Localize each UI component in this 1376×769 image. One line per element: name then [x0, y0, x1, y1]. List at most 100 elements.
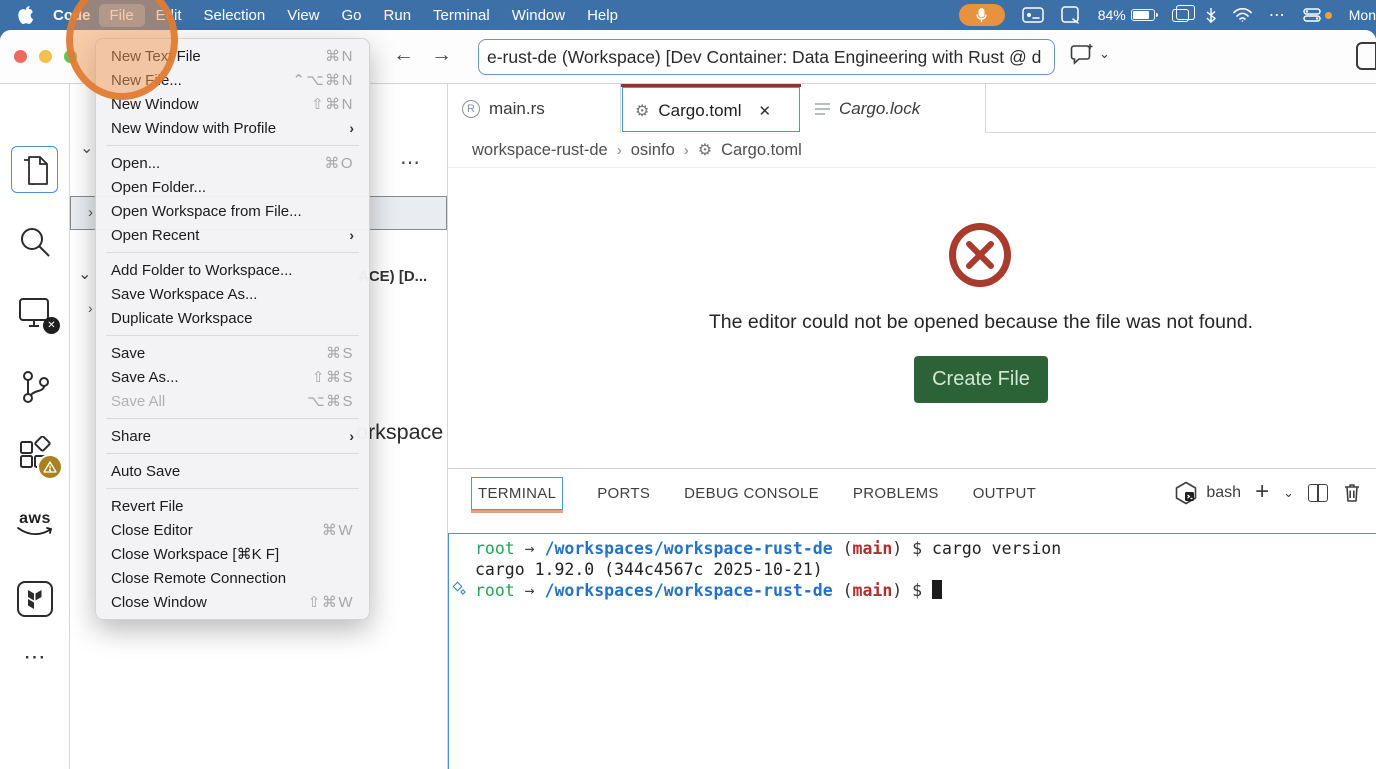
- editor-tab-bar: R main.rs ⚙ Cargo.toml ✕ Cargo.lock: [448, 84, 1376, 134]
- extensions-warning-badge: [37, 454, 63, 480]
- menu-item-open-recent[interactable]: Open Recent ›: [96, 223, 369, 247]
- menubar-item-help[interactable]: Help: [576, 4, 629, 27]
- copilot-dropdown-chevron-icon[interactable]: ⌄: [1099, 46, 1110, 62]
- maximize-window-button[interactable]: [64, 50, 77, 63]
- section-collapse-icon[interactable]: ⌄: [80, 138, 93, 158]
- shell-name-label[interactable]: bash: [1206, 484, 1241, 502]
- minimize-window-button[interactable]: [39, 50, 52, 63]
- breadcrumb: workspace-rust-de › osinfo › ⚙ Cargo.tom…: [448, 133, 1376, 168]
- control-center-icon[interactable]: [1303, 8, 1332, 22]
- navigate-forward-button[interactable]: →: [431, 43, 452, 67]
- menu-separator: [106, 335, 359, 336]
- bottom-panel: TERMINAL PORTS DEBUG CONSOLE PROBLEMS OU…: [447, 468, 1376, 769]
- terminal-command: cargo version: [932, 539, 1062, 558]
- menu-item-open-workspace-from-file[interactable]: Open Workspace from File...: [96, 199, 369, 223]
- breadcrumb-item-file[interactable]: Cargo.toml: [721, 141, 802, 160]
- menubar-item-file[interactable]: File: [98, 3, 145, 27]
- terminal-line: root → /workspaces/workspace-rust-de (ma…: [452, 580, 1376, 602]
- stage-manager-icon[interactable]: [1171, 4, 1195, 22]
- menu-item-close-editor[interactable]: Close Editor ⌘W: [96, 518, 369, 542]
- breadcrumb-item-osinfo[interactable]: osinfo: [631, 141, 675, 160]
- copilot-chat-icon[interactable]: [1070, 43, 1094, 65]
- create-file-button[interactable]: Create File: [914, 356, 1048, 403]
- menubar-item-edit[interactable]: Edit: [145, 4, 193, 27]
- tab-cargo-lock[interactable]: Cargo.lock: [801, 84, 986, 133]
- sidebar-item-explorer[interactable]: [0, 154, 70, 190]
- aws-smile-icon: [17, 527, 52, 536]
- menu-item-new-window-with-profile[interactable]: New Window with Profile ›: [96, 116, 369, 140]
- menu-item-close-workspace[interactable]: Close Workspace [⌘K F]: [96, 542, 369, 566]
- explorer-icon: [24, 156, 48, 185]
- breadcrumb-item-workspace[interactable]: workspace-rust-de: [472, 141, 608, 160]
- menubar-item-selection[interactable]: Selection: [193, 4, 277, 27]
- apple-menu-icon[interactable]: [18, 6, 34, 24]
- menubar-item-terminal[interactable]: Terminal: [422, 4, 501, 27]
- customize-layout-icon[interactable]: [1356, 42, 1376, 70]
- submenu-arrow-icon: ›: [349, 428, 354, 444]
- menu-item-open[interactable]: Open... ⌘O: [96, 151, 369, 175]
- microphone-indicator-icon[interactable]: [958, 4, 1005, 26]
- tree-expand-icon[interactable]: ›: [88, 300, 93, 316]
- sidebar-item-terraform[interactable]: [0, 580, 70, 618]
- tab-output[interactable]: OUTPUT: [973, 485, 1036, 502]
- explorer-more-actions-icon[interactable]: ⋯: [400, 150, 421, 175]
- command-center-search[interactable]: e-rust-de (Workspace) [Dev Container: Da…: [478, 39, 1055, 75]
- tab-cargo-toml[interactable]: ⚙ Cargo.toml ✕: [621, 84, 801, 134]
- kill-terminal-trash-icon[interactable]: [1342, 482, 1362, 504]
- menu-item-close-window[interactable]: Close Window ⇧⌘W: [96, 590, 369, 614]
- menu-item-new-window[interactable]: New Window ⇧⌘N: [96, 92, 369, 116]
- warning-triangle-icon: [43, 461, 57, 473]
- terminal-profile-chevron-icon[interactable]: ⌄: [1283, 485, 1294, 501]
- tab-close-icon[interactable]: ✕: [758, 102, 771, 120]
- menubar-item-view[interactable]: View: [276, 4, 330, 27]
- menu-item-auto-save[interactable]: Auto Save: [96, 459, 369, 483]
- sidebar-item-extensions[interactable]: [0, 436, 70, 480]
- menu-item-add-folder-to-workspace[interactable]: Add Folder to Workspace...: [96, 258, 369, 282]
- search-icon: [21, 228, 50, 257]
- menu-item-new-text-file[interactable]: New Text File ⌘N: [96, 44, 369, 68]
- tab-ports[interactable]: PORTS: [597, 485, 650, 502]
- menu-item-new-file[interactable]: New File... ⌃⌥⌘N: [96, 68, 369, 92]
- menu-item-revert-file[interactable]: Revert File: [96, 494, 369, 518]
- menu-item-save-workspace-as[interactable]: Save Workspace As...: [96, 282, 369, 306]
- menubar-item-go[interactable]: Go: [331, 4, 373, 27]
- additional-views-icon[interactable]: ⋯: [0, 644, 70, 670]
- menu-separator: [106, 418, 359, 419]
- tab-main-rs[interactable]: R main.rs: [448, 84, 621, 133]
- terminal-line: root → /workspaces/workspace-rust-de (ma…: [475, 539, 1062, 558]
- menubar-item-run[interactable]: Run: [373, 4, 423, 27]
- bluetooth-icon[interactable]: [1206, 7, 1216, 23]
- wifi-icon[interactable]: [1232, 8, 1252, 22]
- workspace-section-collapse-icon[interactable]: ⌄: [78, 264, 91, 284]
- tab-terminal[interactable]: TERMINAL: [471, 476, 564, 513]
- menubar-more-icon[interactable]: ⋯: [1269, 5, 1286, 25]
- menu-separator: [106, 252, 359, 253]
- tab-problems[interactable]: PROBLEMS: [853, 485, 939, 502]
- bash-shell-icon: [1176, 481, 1197, 505]
- new-terminal-button[interactable]: +: [1255, 478, 1269, 506]
- command-decoration-icon[interactable]: [452, 581, 468, 597]
- menubar-clock[interactable]: Mon: [1349, 7, 1376, 23]
- menubar-app-name[interactable]: Code: [42, 4, 99, 27]
- menubar-item-window[interactable]: Window: [501, 4, 576, 27]
- sidebar-item-aws[interactable]: aws: [0, 511, 70, 536]
- close-window-button[interactable]: [14, 50, 27, 63]
- menu-item-duplicate-workspace[interactable]: Duplicate Workspace: [96, 306, 369, 330]
- terminal-viewport[interactable]: root → /workspaces/workspace-rust-de (ma…: [448, 533, 1376, 769]
- menu-item-open-folder[interactable]: Open Folder...: [96, 175, 369, 199]
- sidebar-item-remote-explorer[interactable]: ✕: [0, 296, 70, 334]
- sidebar-item-source-control[interactable]: [0, 368, 70, 406]
- menu-item-save[interactable]: Save ⌘S: [96, 341, 369, 365]
- tab-debug-console[interactable]: DEBUG CONSOLE: [684, 485, 819, 502]
- navigate-back-button[interactable]: ←: [393, 43, 414, 67]
- screen-edit-icon[interactable]: [1060, 6, 1081, 24]
- menu-item-share[interactable]: Share ›: [96, 424, 369, 448]
- traffic-lights: [14, 50, 77, 63]
- screen-mirroring-icon[interactable]: [1021, 7, 1044, 23]
- battery-status[interactable]: 84%: [1098, 7, 1158, 23]
- menu-item-save-as[interactable]: Save As... ⇧⌘S: [96, 365, 369, 389]
- split-terminal-icon[interactable]: [1308, 484, 1328, 502]
- sidebar-item-search[interactable]: [0, 224, 70, 260]
- toml-gear-icon: ⚙: [697, 142, 713, 159]
- menu-item-close-remote-connection[interactable]: Close Remote Connection: [96, 566, 369, 590]
